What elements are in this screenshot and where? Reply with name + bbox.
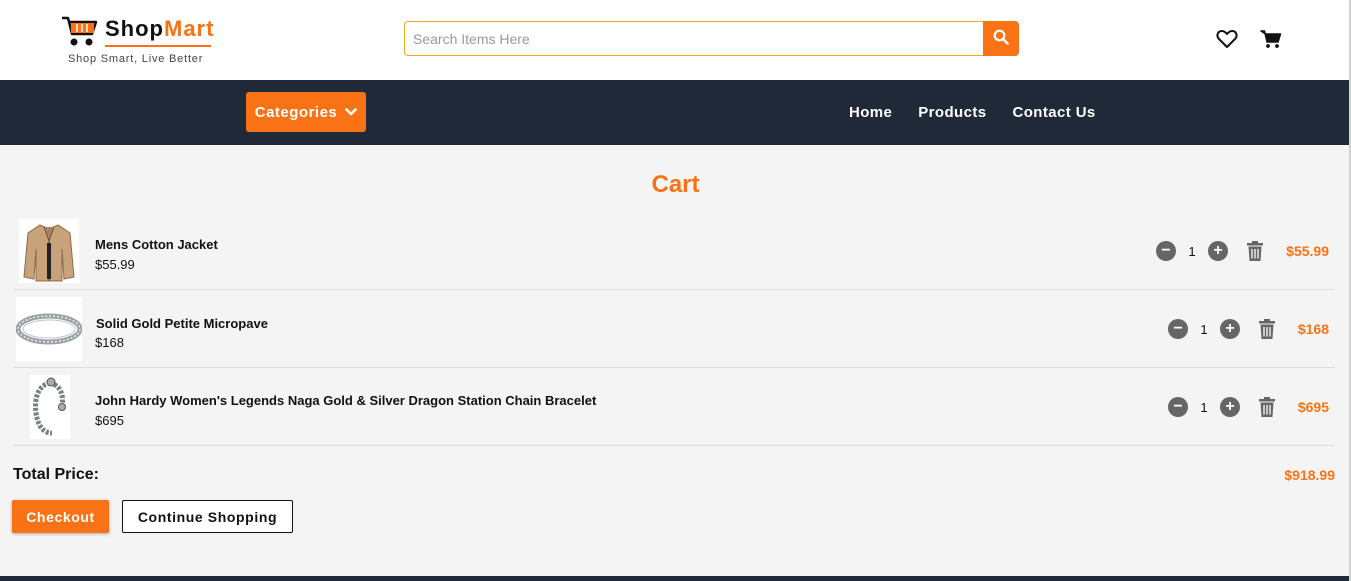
item-unit-price: $695 <box>95 413 124 428</box>
search-input[interactable] <box>404 21 983 56</box>
brand-logo[interactable]: ShopMart Shop Smart, Live Better <box>60 14 220 70</box>
trash-icon[interactable] <box>1246 241 1264 261</box>
decrease-quantity-button[interactable]: − <box>1156 241 1176 261</box>
item-unit-price: $168 <box>95 335 124 350</box>
item-name: Solid Gold Petite Micropave <box>96 316 268 331</box>
heart-icon[interactable] <box>1216 28 1238 50</box>
trash-icon[interactable] <box>1258 319 1276 339</box>
quantity-stepper: − 1 + <box>1168 368 1276 446</box>
search-icon <box>993 29 1009 48</box>
item-name: John Hardy Women's Legends Naga Gold & S… <box>95 393 597 408</box>
quantity-stepper: − 1 + <box>1168 290 1276 368</box>
increase-quantity-button[interactable]: + <box>1220 319 1240 339</box>
increase-quantity-button[interactable]: + <box>1208 241 1228 261</box>
cart-icon[interactable] <box>1260 28 1282 50</box>
main-navbar: Categories Home Products Contact Us <box>0 80 1351 145</box>
total-price-label: Total Price: <box>13 466 99 483</box>
trash-icon[interactable] <box>1258 397 1276 417</box>
item-line-total: $695 <box>1297 399 1329 415</box>
brand-name: ShopMart <box>105 16 214 42</box>
brand-name-part1: Shop <box>105 16 164 41</box>
brand-name-part2: Mart <box>164 16 214 41</box>
quantity-stepper: − 1 + <box>1156 212 1264 290</box>
search-button[interactable] <box>983 21 1019 56</box>
dragon-bracelet-image[interactable] <box>30 375 70 439</box>
cart-item: Mens Cotton Jacket $55.99 − 1 + $55.99 <box>13 212 1335 290</box>
chevron-down-icon <box>345 104 358 121</box>
quantity-value: 1 <box>1200 321 1208 337</box>
cart-item: John Hardy Women's Legends Naga Gold & S… <box>13 368 1335 446</box>
cart-item: Solid Gold Petite Micropave $168 − 1 + $… <box>13 290 1335 368</box>
item-unit-price: $55.99 <box>95 257 135 272</box>
footer-edge <box>0 576 1351 581</box>
bracelet-image[interactable] <box>16 297 82 361</box>
continue-shopping-button[interactable]: Continue Shopping <box>122 500 293 533</box>
site-header: ShopMart Shop Smart, Live Better <box>0 0 1351 80</box>
decrease-quantity-button[interactable]: − <box>1168 397 1188 417</box>
shopping-cart-icon <box>60 14 98 53</box>
cart-list: Mens Cotton Jacket $55.99 − 1 + $55.99 S… <box>13 212 1335 446</box>
brand-underline <box>105 45 211 47</box>
checkout-button[interactable]: Checkout <box>12 500 109 533</box>
increase-quantity-button[interactable]: + <box>1220 397 1240 417</box>
page-title: Cart <box>651 171 700 198</box>
nav-links: Home Products Contact Us <box>836 80 1109 145</box>
quantity-value: 1 <box>1188 243 1196 259</box>
item-line-total: $55.99 <box>1286 243 1329 259</box>
nav-link-home[interactable]: Home <box>849 104 892 121</box>
brand-name-part2-text: Mart <box>164 16 215 41</box>
quantity-value: 1 <box>1200 399 1208 415</box>
nav-link-contact[interactable]: Contact Us <box>1013 104 1096 121</box>
total-price-value: $918.99 <box>1284 467 1335 483</box>
brand-tagline: Shop Smart, Live Better <box>68 53 204 65</box>
item-name: Mens Cotton Jacket <box>95 237 218 252</box>
jacket-image[interactable] <box>19 219 79 283</box>
categories-dropdown-button[interactable]: Categories <box>246 92 366 132</box>
search-bar <box>404 21 1019 56</box>
decrease-quantity-button[interactable]: − <box>1168 319 1188 339</box>
item-line-total: $168 <box>1297 321 1329 337</box>
categories-label: Categories <box>254 103 338 121</box>
nav-link-products[interactable]: Products <box>918 104 986 121</box>
